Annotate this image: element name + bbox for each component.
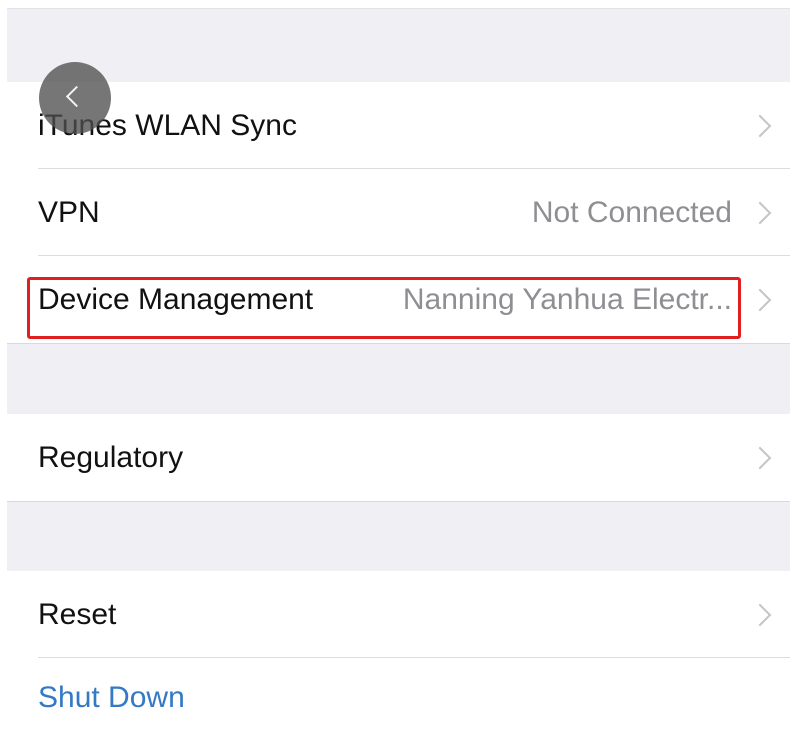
reset-label: Reset bbox=[38, 597, 117, 631]
regulatory-label: Regulatory bbox=[38, 440, 184, 474]
shut-down-link[interactable]: Shut Down bbox=[38, 681, 185, 715]
vpn-status-value: Not Connected bbox=[531, 195, 732, 229]
chevron-right-icon bbox=[748, 201, 772, 224]
vpn-label: VPN bbox=[38, 195, 100, 229]
back-button[interactable] bbox=[39, 62, 111, 134]
shut-down-row[interactable]: Shut Down bbox=[7, 658, 790, 738]
itunes-wlan-sync-row[interactable]: iTunes WLAN Sync bbox=[7, 82, 790, 169]
settings-screen: iTunes WLAN Sync VPN Not Connected Devic… bbox=[0, 0, 790, 738]
chevron-right-icon bbox=[748, 446, 772, 469]
device-management-value: Nanning Yanhua Electr... bbox=[402, 282, 732, 316]
chevron-left-icon bbox=[65, 85, 88, 108]
reset-row[interactable]: Reset bbox=[7, 571, 790, 658]
group-spacer bbox=[7, 501, 790, 572]
group-spacer bbox=[7, 343, 790, 415]
device-management-row[interactable]: Device Management Nanning Yanhua Electr.… bbox=[7, 256, 790, 343]
chevron-right-icon bbox=[748, 603, 772, 626]
regulatory-row[interactable]: Regulatory bbox=[7, 414, 790, 501]
device-management-label: Device Management bbox=[38, 282, 314, 316]
group-spacer-top bbox=[7, 8, 790, 82]
chevron-right-icon bbox=[748, 288, 772, 311]
chevron-right-icon bbox=[748, 114, 772, 137]
vpn-row[interactable]: VPN Not Connected bbox=[7, 169, 790, 256]
